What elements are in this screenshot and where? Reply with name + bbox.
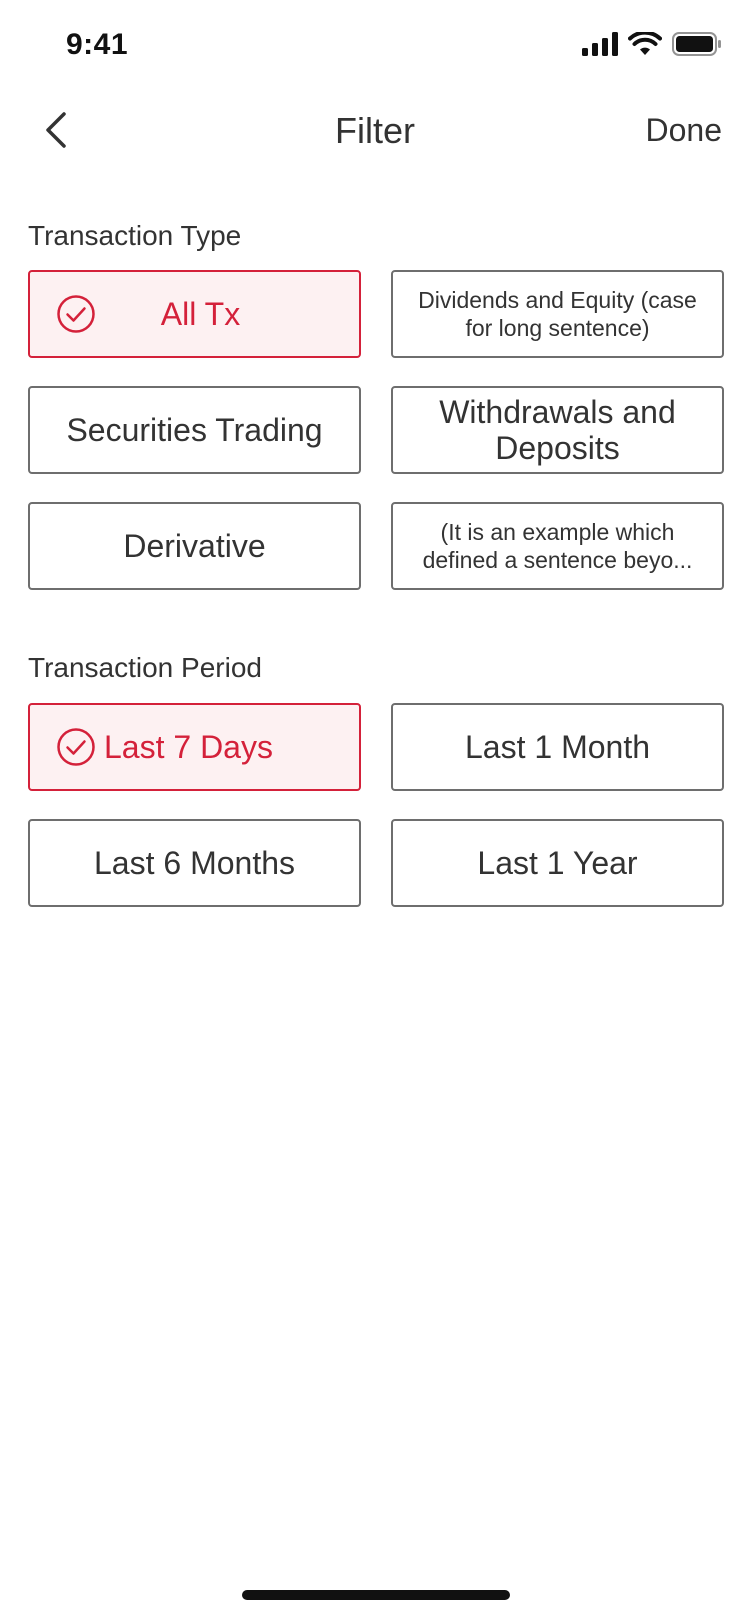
home-indicator[interactable] <box>242 1590 510 1600</box>
battery-icon <box>672 32 722 56</box>
check-circle-icon <box>56 727 96 767</box>
chip-label: Derivative <box>123 528 266 564</box>
chip-label: Last 6 Months <box>94 845 295 881</box>
chip-all-tx[interactable]: All Tx <box>28 270 361 358</box>
transaction-period-title: Transaction Period <box>28 652 262 683</box>
chip-label: Last 7 Days <box>104 729 273 765</box>
chip-derivative[interactable]: Derivative <box>28 502 361 590</box>
status-time: 9:41 <box>66 28 129 61</box>
chip-last-7-days[interactable]: Last 7 Days <box>28 703 361 791</box>
done-button[interactable]: Done <box>646 112 723 149</box>
chip-label: (It is an example which defined a senten… <box>422 519 693 573</box>
chip-last-6-months[interactable]: Last 6 Months <box>28 819 361 907</box>
check-circle-icon <box>56 294 96 334</box>
chip-label: All Tx <box>160 296 241 332</box>
chip-securities-trading[interactable]: Securities Trading <box>28 386 361 474</box>
chip-label: Last 1 Year <box>477 845 638 881</box>
chip-last-1-year[interactable]: Last 1 Year <box>391 819 724 907</box>
transaction-type-title: Transaction Type <box>28 220 242 251</box>
status-icons <box>582 32 722 56</box>
chip-label: Withdrawals and Deposits <box>439 394 676 466</box>
nav-bar: Filter Done <box>0 88 750 180</box>
chip-dividends-equity[interactable]: Dividends and Equity (case for long sent… <box>391 270 724 358</box>
chip-long-example[interactable]: (It is an example which defined a senten… <box>391 502 724 590</box>
wifi-icon <box>628 32 662 56</box>
chip-label: Securities Trading <box>66 412 323 448</box>
chip-label: Dividends and Equity (case for long sent… <box>418 287 697 341</box>
status-bar: 9:41 <box>0 0 750 88</box>
chip-last-1-month[interactable]: Last 1 Month <box>391 703 724 791</box>
page-title: Filter <box>335 110 415 151</box>
signal-icon <box>582 32 618 56</box>
chip-label: Last 1 Month <box>465 729 650 765</box>
chip-withdrawals-deposits[interactable]: Withdrawals and Deposits <box>391 386 724 474</box>
